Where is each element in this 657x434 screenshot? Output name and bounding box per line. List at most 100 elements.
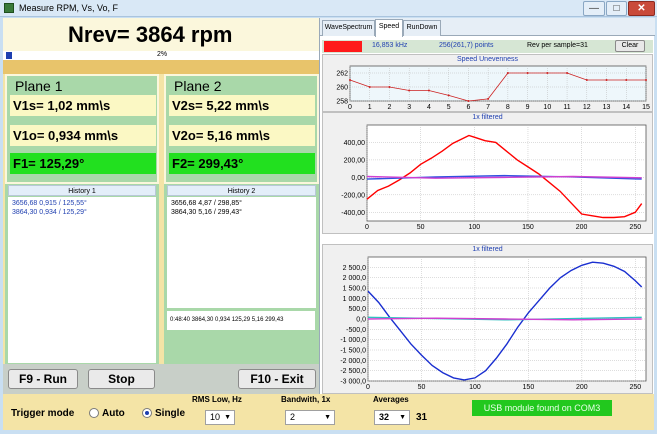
rms-select[interactable]: 10 ▼ (205, 410, 235, 425)
plane1-title: Plane 1 (15, 78, 63, 94)
chevron-down-icon: ▼ (324, 414, 331, 421)
x-tick-label: 4 (427, 104, 431, 111)
x-tick-label: 15 (642, 104, 650, 111)
x-tick-label: 2 (388, 104, 392, 111)
separator-band (3, 60, 319, 74)
rev-per-sample: Rev per sample=31 (527, 42, 588, 49)
plot-area (349, 65, 647, 102)
data-point (467, 100, 470, 102)
exit-button[interactable]: F10 - Exit (238, 369, 316, 389)
stop-button[interactable]: Stop (88, 369, 155, 389)
history1-list[interactable]: 3656,68 0,915 / 125,55° 3864,30 0,934 / … (8, 197, 156, 363)
data-point (605, 79, 608, 81)
list-item: 3864,30 5,16 / 299,43° (171, 209, 242, 216)
x-tick-label: 8 (506, 104, 510, 111)
plane1-filtered-chart: 0 50 100 150 200 250 -400,00 -200,00 0,00 200,00 4… (322, 112, 653, 234)
record-indicator (324, 41, 362, 52)
y-tick-label: 2 500,0 (343, 265, 366, 272)
info-row: 16,853 kHz 256(261,7) points Rev per sam… (322, 40, 653, 53)
y-tick-label: 2 000,0 (343, 275, 366, 282)
speed-unevenness-svg: 0 1 2 3 4 5 6 7 8 9 10 11 12 13 14 15258260262 (336, 65, 650, 111)
tab-wavespectrum[interactable]: WaveSpectrum (322, 20, 375, 36)
y-tick-label: -2 000,0 (340, 358, 366, 365)
run-button[interactable]: F9 - Run (8, 369, 78, 389)
maximize-button[interactable]: □ (606, 1, 627, 16)
points-count: 256(261,7) points (439, 42, 494, 49)
averages-select-value: 32 (379, 412, 390, 422)
maximize-icon: □ (613, 3, 620, 14)
auto-radio[interactable] (89, 408, 99, 418)
data-point (506, 72, 509, 74)
data-point (566, 72, 569, 74)
y-tick-label: 400,00 (344, 140, 366, 147)
log-textbox[interactable]: 0:48:40 3864,30 0,934 125,29 5,16 299,43 (167, 311, 315, 330)
y-tick-label: 262 (336, 71, 348, 78)
y-tick-label: -200,00 (341, 192, 365, 199)
auto-label: Auto (102, 408, 125, 419)
history2-header: History 2 (167, 185, 316, 196)
data-point (349, 79, 351, 81)
f1-value: F1= 125,29° (10, 153, 156, 174)
y-tick-label: -1 500,0 (340, 348, 366, 355)
x-tick-label: 0 (366, 384, 370, 391)
data-point (546, 72, 549, 74)
chart-title: 1x filtered (472, 114, 503, 121)
x-tick-label: 9 (526, 104, 530, 111)
history1-panel: History 1 3656,68 0,915 / 125,55° 3864,3… (5, 184, 159, 364)
y-tick-label: -3 000,0 (340, 379, 366, 386)
x-tick-label: 12 (583, 104, 591, 111)
rpm-display: Nrev= 3864 rpm (68, 22, 233, 47)
title-bar: Measure RPM, Vs, Vo, F — □ ✕ (0, 0, 657, 17)
history2-panel: History 2 3656,68 4,87 / 298,85° 3864,30… (164, 184, 319, 364)
x-tick-label: 3 (407, 104, 411, 111)
y-tick-label: -500,0 (346, 327, 366, 334)
x-tick-label: 100 (469, 384, 481, 391)
data-point (625, 79, 628, 81)
minimize-button[interactable]: — (583, 1, 605, 16)
data-point (427, 89, 430, 92)
v1o-value: V1o= 0,934 mm\s (10, 125, 156, 146)
averages-select[interactable]: 32 ▼ (374, 410, 410, 425)
y-tick-label: 258 (336, 99, 348, 106)
close-button[interactable]: ✕ (628, 1, 655, 16)
bandwidth-select[interactable]: 2 ▼ (285, 410, 335, 425)
clear-button[interactable]: Clear (615, 40, 645, 52)
bandwidth-select-value: 2 (290, 412, 296, 422)
usb-status-badge: USB module found on COM3 (472, 400, 612, 416)
list-item: 3656,68 4,87 / 298,85° (171, 200, 242, 207)
close-icon: ✕ (637, 3, 646, 14)
x-tick-label: 13 (603, 104, 611, 111)
averages-label: Averages (373, 395, 409, 404)
plane2-filtered-chart: 0 50 100 150 200 250 -3 000,0 -2 500,0 -2 000,0 -… (322, 244, 653, 394)
data-point (585, 79, 588, 81)
chart-title: 1x filtered (472, 246, 503, 253)
data-point (645, 79, 647, 81)
window-title: Measure RPM, Vs, Vo, F (19, 3, 119, 13)
y-tick-label: -400,00 (341, 210, 365, 217)
tab-bar: WaveSpectrum Speed RunDown (320, 18, 655, 37)
plane2-panel: Plane 2 V2s= 5,22 mm\s V2o= 5,16 mm\s F2… (164, 74, 319, 184)
single-radio[interactable] (142, 408, 152, 418)
x-tick-label: 7 (486, 104, 490, 111)
x-tick-label: 1 (368, 104, 372, 111)
plane1-panel: Plane 1 V1s= 1,02 mm\s V1o= 0,934 mm\s F… (5, 74, 159, 184)
tab-rundown[interactable]: RunDown (403, 20, 441, 36)
history2-list[interactable]: 3656,68 4,87 / 298,85° 3864,30 5,16 / 29… (167, 197, 316, 308)
y-tick-label: 0,0 (356, 317, 366, 324)
y-tick-label: 1 000,0 (343, 296, 366, 303)
x-tick-label: 150 (522, 224, 534, 231)
x-tick-label: 0 (348, 104, 352, 111)
minimize-icon: — (589, 3, 599, 14)
y-tick-label: -1 000,0 (340, 337, 366, 344)
tab-speed[interactable]: Speed (375, 19, 403, 37)
x-tick-label: 200 (576, 224, 588, 231)
speed-unevenness-chart: 0 1 2 3 4 5 6 7 8 9 10 11 12 13 14 15 258 260 262 Speed Un… (322, 54, 653, 112)
x-tick-label: 250 (629, 384, 641, 391)
chevron-down-icon: ▼ (224, 414, 231, 421)
chevron-down-icon: ▼ (399, 414, 406, 421)
app-icon (4, 3, 14, 13)
averages-count: 31 (416, 412, 428, 423)
x-tick-label: 50 (418, 384, 426, 391)
x-tick-label: 14 (622, 104, 630, 111)
v2s-value: V2s= 5,22 mm\s (169, 95, 315, 116)
